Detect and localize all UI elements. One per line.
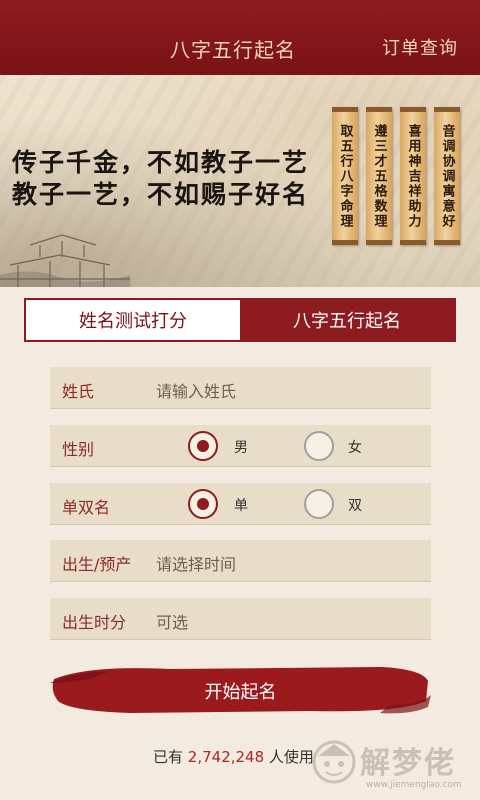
- scroll-2-text: 遵三才五格数理: [371, 123, 387, 229]
- birth-time-picker[interactable]: 可选: [156, 609, 188, 633]
- page-title: 八字五行起名: [170, 38, 296, 62]
- start-naming-label: 开始起名: [204, 682, 277, 703]
- banner-slogan-line1: 传子千金，不如教子一艺: [12, 148, 310, 177]
- app-header: 八字五行起名 订单查询: [0, 0, 480, 75]
- scroll-3-text: 喜用神吉祥助力: [405, 123, 421, 229]
- usage-prefix: 已有: [153, 748, 184, 766]
- banner-slogan-line2: 教子一艺，不如赐子好名: [12, 180, 310, 209]
- usage-counter: 已有 2,742,248 人使用: [153, 746, 314, 767]
- start-naming-button[interactable]: 开始起名: [50, 661, 431, 717]
- name-single-radio[interactable]: [188, 489, 218, 519]
- order-query-link[interactable]: 订单查询: [382, 34, 458, 60]
- name-type-label: 单双名: [62, 498, 111, 517]
- watermark-logo-icon: [312, 740, 356, 784]
- gender-field: 性别 男 女: [50, 425, 431, 467]
- birth-time-field[interactable]: 出生时分 可选: [50, 598, 431, 640]
- gender-label: 性别: [62, 440, 95, 459]
- scroll-1: 取五行八字命理: [332, 107, 358, 245]
- birth-time-label: 出生时分: [62, 613, 127, 632]
- scroll-4-text: 音调协调寓意好: [439, 123, 455, 229]
- gender-male-label[interactable]: 男: [234, 437, 248, 457]
- watermark-site: www.jiemenglao.com: [366, 780, 462, 790]
- name-type-field: 单双名 单 双: [50, 483, 431, 525]
- watermark: 解梦佬 www.jiemenglao.com: [308, 724, 480, 800]
- gender-male-radio[interactable]: [188, 431, 218, 461]
- mode-tabs: 姓名测试打分 八字五行起名: [24, 298, 456, 342]
- scroll-1-text: 取五行八字命理: [337, 123, 353, 229]
- scroll-3: 喜用神吉祥助力: [400, 107, 426, 245]
- birth-date-field[interactable]: 出生/预产 请选择时间: [50, 540, 431, 582]
- tab-name-test[interactable]: 姓名测试打分: [26, 300, 240, 340]
- scroll-4: 音调协调寓意好: [434, 107, 460, 245]
- birth-date-label: 出生/预产: [62, 555, 132, 574]
- surname-label: 姓氏: [62, 382, 95, 401]
- tab-bazi-name[interactable]: 八字五行起名: [240, 300, 454, 340]
- pavilion-illustration: [0, 234, 130, 287]
- name-double-label[interactable]: 双: [348, 495, 362, 515]
- banner-image: 传子千金，不如教子一艺 教子一艺，不如赐子好名 取五行八字命理 遵三才五格数理 …: [0, 75, 480, 287]
- gender-female-label[interactable]: 女: [348, 437, 362, 457]
- surname-input[interactable]: 请输入姓氏: [156, 378, 236, 402]
- scroll-2: 遵三才五格数理: [366, 107, 392, 245]
- surname-field[interactable]: 姓氏 请输入姓氏: [50, 367, 431, 409]
- usage-count: 2,742,248: [187, 748, 265, 766]
- name-double-radio[interactable]: [304, 489, 334, 519]
- watermark-brand: 解梦佬: [360, 746, 456, 781]
- birth-date-picker[interactable]: 请选择时间: [156, 551, 236, 575]
- gender-female-radio[interactable]: [304, 431, 334, 461]
- name-single-label[interactable]: 单: [234, 495, 248, 515]
